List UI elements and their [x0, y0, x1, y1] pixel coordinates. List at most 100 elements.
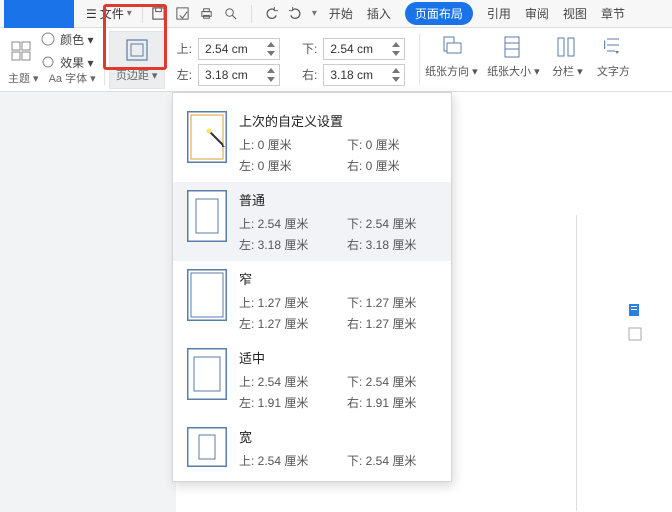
preset-title: 上次的自定义设置 — [239, 111, 437, 130]
chevron-down-icon: ▾ — [127, 8, 132, 19]
margin-preset-normal[interactable]: 普通 上: 2.54 厘米 下: 2.54 厘米 左: 3.18 厘米 右: 3… — [173, 182, 451, 261]
preset-bottom: 下: 1.27 厘米 — [347, 294, 437, 311]
dim-top-field[interactable]: 2.54 cm — [198, 38, 280, 60]
tab-view[interactable]: 视图 — [563, 5, 587, 22]
preset-left: 左: 0 厘米 — [239, 157, 329, 174]
dim-right-field[interactable]: 3.18 cm — [323, 64, 405, 86]
textdir-icon: I — [601, 35, 625, 59]
tab-page-layout[interactable]: 页面布局 — [405, 2, 473, 25]
margin-preset-icon — [187, 111, 227, 163]
stepper[interactable] — [390, 40, 402, 58]
dim-top-value: 2.54 cm — [205, 42, 248, 56]
columns-icon — [555, 35, 579, 59]
dimensions-group: 上: 2.54 cm 左: 3.18 cm — [169, 28, 294, 91]
margin-preset-icon — [187, 269, 227, 321]
ribbon-tabs: 开始 插入 页面布局 引用 审阅 视图 章节 — [329, 2, 625, 25]
preset-bottom: 下: 2.54 厘米 — [347, 452, 437, 469]
orientation-label: 纸张方向 ▾ — [425, 63, 478, 79]
papersize-label: 纸张大小 ▾ — [487, 63, 540, 79]
undo-icon[interactable] — [264, 6, 280, 22]
stepper[interactable] — [265, 40, 277, 58]
left-gutter — [0, 92, 176, 512]
file-menu[interactable]: ☰ 文件 ▾ — [80, 5, 138, 22]
title-bar: ☰ 文件 ▾ ▾ 开始 插入 页面布局 引用 审阅 视图 章节 — [0, 0, 672, 28]
preset-top: 上: 2.54 厘米 — [239, 373, 329, 390]
margin-preset-wide[interactable]: 宽 上: 2.54 厘米 下: 2.54 厘米 — [173, 419, 451, 477]
preset-right: 右: 3.18 厘米 — [347, 236, 437, 253]
color-button[interactable]: 颜色 ▾ — [40, 31, 93, 48]
dim-bottom-field[interactable]: 2.54 cm — [323, 38, 405, 60]
preset-bottom: 下: 0 厘米 — [347, 136, 437, 153]
theme-group: 颜色 ▾ 效果 ▾ 主题 ▾ Aa 字体 ▾ — [0, 28, 104, 91]
ribbon: 颜色 ▾ 效果 ▾ 主题 ▾ Aa 字体 ▾ 页边距 ▾ 上: 2.54 cm — [0, 28, 672, 92]
palette-icon — [40, 31, 56, 47]
stepper[interactable] — [390, 66, 402, 84]
save-icon[interactable] — [151, 6, 167, 22]
dimensions-group-2: 下: 2.54 cm 右: 3.18 cm — [294, 28, 419, 91]
preset-title: 普通 — [239, 190, 437, 209]
svg-text:I: I — [603, 38, 606, 52]
tab-review[interactable]: 审阅 — [525, 5, 549, 22]
save-as-icon[interactable] — [175, 6, 191, 22]
separator — [142, 5, 143, 23]
margin-preset-last-custom[interactable]: 上次的自定义设置 上: 0 厘米 下: 0 厘米 左: 0 厘米 右: 0 厘米 — [173, 103, 451, 182]
dim-bottom-label: 下: — [302, 40, 317, 57]
preview-icon[interactable] — [223, 6, 239, 22]
columns-button[interactable]: 分栏 ▾ — [544, 28, 590, 86]
preset-left: 左: 1.27 厘米 — [239, 315, 329, 332]
preset-left: 左: 3.18 厘米 — [239, 236, 329, 253]
print-icon[interactable] — [199, 6, 215, 22]
margins-button[interactable]: 页边距 ▾ — [109, 31, 165, 89]
theme-label[interactable]: 主题 ▾ — [8, 70, 39, 86]
dim-left-label: 左: — [177, 66, 192, 83]
preset-right: 右: 1.91 厘米 — [347, 394, 437, 411]
redo-icon[interactable] — [288, 6, 304, 22]
dim-right-value: 3.18 cm — [330, 68, 373, 82]
preset-bottom: 下: 2.54 厘米 — [347, 373, 437, 390]
tab-start[interactable]: 开始 — [329, 5, 353, 22]
dim-right-label: 右: — [302, 66, 317, 83]
preset-title: 宽 — [239, 427, 437, 446]
doc-blue-icon[interactable] — [626, 301, 644, 319]
margin-preset-icon — [187, 190, 227, 242]
papersize-button[interactable]: 纸张大小 ▾ — [482, 28, 544, 86]
margin-preset-moderate[interactable]: 适中 上: 2.54 厘米 下: 2.54 厘米 左: 1.91 厘米 右: 1… — [173, 340, 451, 419]
quick-access-toolbar: ▾ — [147, 5, 317, 23]
papersize-icon — [501, 35, 525, 59]
preset-right: 右: 1.27 厘米 — [347, 315, 437, 332]
file-menu-label: 文件 — [100, 5, 124, 22]
textdir-label: 文字方 — [597, 63, 630, 79]
dim-left-value: 3.18 cm — [205, 68, 248, 82]
side-tools — [626, 301, 644, 343]
margins-icon — [124, 37, 150, 63]
orientation-icon — [439, 35, 463, 59]
font-label[interactable]: Aa 字体 ▾ — [49, 70, 96, 86]
columns-label: 分栏 ▾ — [552, 63, 583, 79]
dim-left-field[interactable]: 3.18 cm — [198, 64, 280, 86]
stepper[interactable] — [265, 66, 277, 84]
tab-insert[interactable]: 插入 — [367, 5, 391, 22]
preset-top: 上: 0 厘米 — [239, 136, 329, 153]
preset-top: 上: 2.54 厘米 — [239, 452, 329, 469]
doc-gray-icon[interactable] — [626, 325, 644, 343]
app-color-block — [4, 0, 74, 28]
textdir-button[interactable]: I 文字方 — [590, 28, 636, 86]
preset-top: 上: 1.27 厘米 — [239, 294, 329, 311]
preset-title: 适中 — [239, 348, 437, 367]
preset-left: 左: 1.91 厘米 — [239, 394, 329, 411]
margin-preset-icon — [187, 427, 227, 467]
qat-more-icon[interactable]: ▾ — [312, 8, 317, 19]
preset-title: 窄 — [239, 269, 437, 288]
preset-right: 右: 0 厘米 — [347, 157, 437, 174]
dim-top-label: 上: — [177, 40, 192, 57]
theme-icon — [10, 40, 32, 62]
color-label: 颜色 ▾ — [60, 31, 93, 48]
hamburger-icon: ☰ — [86, 7, 97, 21]
dim-bottom-value: 2.54 cm — [330, 42, 373, 56]
margin-preset-narrow[interactable]: 窄 上: 1.27 厘米 下: 1.27 厘米 左: 1.27 厘米 右: 1.… — [173, 261, 451, 340]
margin-preset-icon — [187, 348, 227, 400]
tab-reference[interactable]: 引用 — [487, 5, 511, 22]
orientation-button[interactable]: 纸张方向 ▾ — [420, 28, 482, 86]
tab-chapter[interactable]: 章节 — [601, 5, 625, 22]
margins-dropdown: 上次的自定义设置 上: 0 厘米 下: 0 厘米 左: 0 厘米 右: 0 厘米… — [172, 92, 452, 482]
